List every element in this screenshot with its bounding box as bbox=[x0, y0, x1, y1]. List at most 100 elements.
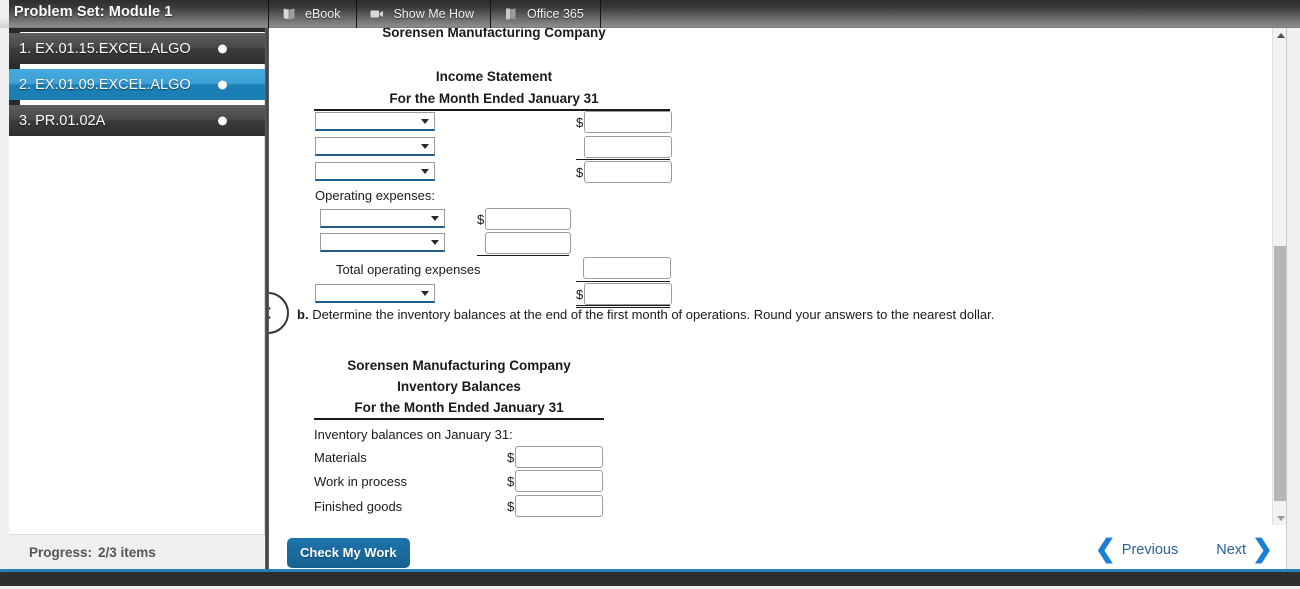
inventory-statement-title: Inventory Balances bbox=[397, 379, 521, 394]
office-door-icon bbox=[503, 6, 519, 22]
scroll-up-arrow-icon[interactable] bbox=[1273, 28, 1287, 43]
next-button[interactable]: Next ❯ bbox=[1216, 537, 1273, 562]
part-b-question: b. Determine the inventory balances at t… bbox=[297, 307, 1017, 322]
tab-strip: eBook Show Me How Office 365 bbox=[268, 0, 601, 28]
tab-ebook-label: eBook bbox=[305, 7, 341, 21]
inventory-row-1-dollar: $ bbox=[507, 449, 515, 465]
content-scrollbar[interactable] bbox=[1272, 28, 1287, 525]
income-final-row bbox=[315, 284, 435, 303]
income-final-row-input[interactable] bbox=[584, 283, 673, 305]
inventory-row-2-input[interactable] bbox=[515, 470, 604, 492]
pagination-controls: ❮ Previous Next ❯ bbox=[1095, 537, 1273, 562]
sidebar-item-3-label: 3. PR.01.02A bbox=[19, 112, 106, 129]
video-camera-icon bbox=[369, 6, 385, 22]
inventory-row-2-label: Work in process bbox=[314, 474, 407, 489]
inventory-row-2-dollar: $ bbox=[507, 473, 515, 489]
income-row-3-amount-group: $ bbox=[576, 161, 673, 183]
total-operating-expenses-rule bbox=[576, 281, 670, 282]
progress-label: Progress: bbox=[29, 544, 93, 560]
inventory-statement-period: For the Month Ended January 31 bbox=[354, 400, 564, 415]
inventory-row-1-label: Materials bbox=[314, 450, 367, 465]
tab-show-me-how[interactable]: Show Me How bbox=[357, 0, 492, 28]
inventory-row-3-dollar: $ bbox=[507, 498, 515, 514]
book-icon bbox=[281, 6, 297, 22]
income-row-2 bbox=[315, 137, 435, 156]
income-final-row-select[interactable] bbox=[315, 284, 435, 303]
expense-row-1-input[interactable] bbox=[485, 208, 572, 230]
previous-label: Previous bbox=[1121, 541, 1179, 558]
tab-show-me-how-label: Show Me How bbox=[393, 7, 475, 21]
inventory-subhead: Inventory balances on January 31: bbox=[314, 427, 513, 442]
progress-value: 2/3 items bbox=[98, 544, 156, 560]
income-row-1 bbox=[315, 112, 435, 131]
income-statement-period: For the Month Ended January 31 bbox=[389, 91, 599, 106]
collapse-sidebar-button[interactable] bbox=[269, 292, 289, 334]
progress-indicator: Progress: 2/3 items bbox=[9, 534, 265, 569]
content-scroll-area: Sorensen Manufacturing Company Income St… bbox=[269, 28, 1287, 525]
expense-row-2-amount-group bbox=[477, 232, 571, 254]
total-operating-expenses-amount-group bbox=[576, 257, 671, 279]
check-my-work-button[interactable]: Check My Work bbox=[287, 538, 410, 568]
total-operating-expenses-label: Total operating expenses bbox=[336, 262, 481, 277]
tab-office-365-label: Office 365 bbox=[527, 7, 584, 21]
expense-row-2-select[interactable] bbox=[320, 233, 445, 252]
income-statement-company: Sorensen Manufacturing Company bbox=[382, 28, 606, 40]
next-label: Next bbox=[1216, 541, 1247, 558]
expense-row-1-select[interactable] bbox=[320, 209, 445, 228]
expense-row-2-input[interactable] bbox=[485, 232, 571, 254]
tab-ebook[interactable]: eBook bbox=[268, 0, 358, 28]
income-row-2-select[interactable] bbox=[315, 137, 435, 156]
income-row-1-amount-group: $ bbox=[576, 111, 673, 133]
inventory-statement-company: Sorensen Manufacturing Company bbox=[347, 358, 571, 373]
total-operating-expenses-input[interactable] bbox=[583, 257, 671, 279]
income-row-3-dollar: $ bbox=[576, 164, 584, 180]
inventory-row-3-amount-group: $ bbox=[507, 495, 604, 517]
complete-dot-icon bbox=[218, 116, 227, 125]
part-b-marker: b. bbox=[297, 307, 309, 322]
sidebar-item-2-label: 2. EX.01.09.EXCEL.ALGO bbox=[19, 76, 191, 93]
header-left-cap bbox=[0, 0, 9, 28]
chevron-left-icon: ❮ bbox=[1094, 535, 1116, 563]
income-row-3 bbox=[315, 162, 435, 181]
expense-subtotal-rule bbox=[477, 255, 569, 256]
income-row-1-input[interactable] bbox=[584, 111, 673, 133]
inventory-row-3-label: Finished goods bbox=[314, 499, 403, 514]
income-row-1-select[interactable] bbox=[315, 112, 435, 131]
footer-dark-bar bbox=[0, 572, 1300, 586]
inventory-row-1-amount-group: $ bbox=[507, 446, 604, 468]
inventory-statement-top-rule bbox=[314, 418, 604, 420]
income-statement-title: Income Statement bbox=[435, 69, 553, 84]
problem-list: 1. EX.01.15.EXCEL.ALGO 2. EX.01.09.EXCEL… bbox=[9, 28, 265, 141]
inventory-row-3-input[interactable] bbox=[515, 495, 604, 517]
sidebar-item-1[interactable]: 1. EX.01.15.EXCEL.ALGO bbox=[9, 28, 265, 64]
scroll-down-arrow-icon[interactable] bbox=[1273, 510, 1287, 525]
inventory-row-1-input[interactable] bbox=[515, 446, 604, 468]
main-content-panel: Sorensen Manufacturing Company Income St… bbox=[269, 28, 1287, 525]
income-subtotal-rule bbox=[576, 159, 670, 160]
expense-row-1 bbox=[320, 209, 445, 228]
previous-button[interactable]: ❮ Previous bbox=[1095, 537, 1178, 562]
income-row-2-input[interactable] bbox=[584, 136, 672, 158]
expense-row-1-amount-group: $ bbox=[477, 208, 572, 230]
chevron-left-icon bbox=[269, 307, 271, 319]
part-b-text: Determine the inventory balances at the … bbox=[312, 307, 995, 322]
right-gutter bbox=[1287, 28, 1300, 569]
sidebar: 1. EX.01.15.EXCEL.ALGO 2. EX.01.09.EXCEL… bbox=[9, 28, 265, 569]
page-title: Problem Set: Module 1 bbox=[14, 4, 173, 20]
sidebar-item-2[interactable]: 2. EX.01.09.EXCEL.ALGO bbox=[9, 64, 265, 100]
income-final-row-amount-group: $ bbox=[576, 283, 673, 305]
income-row-3-select[interactable] bbox=[315, 162, 435, 181]
expense-row-1-dollar: $ bbox=[477, 211, 485, 227]
complete-dot-icon bbox=[218, 44, 227, 53]
complete-dot-icon bbox=[218, 80, 227, 89]
income-row-3-input[interactable] bbox=[584, 161, 673, 183]
top-header-bar: Problem Set: Module 1 eBook Show Me How … bbox=[0, 0, 1300, 28]
operating-expenses-label: Operating expenses: bbox=[315, 188, 435, 203]
income-final-row-dollar: $ bbox=[576, 286, 584, 302]
income-row-2-amount-group bbox=[576, 136, 672, 158]
tab-office-365[interactable]: Office 365 bbox=[491, 0, 601, 28]
app-root: Problem Set: Module 1 eBook Show Me How … bbox=[0, 0, 1300, 589]
inventory-row-2-amount-group: $ bbox=[507, 470, 604, 492]
chevron-right-icon: ❯ bbox=[1252, 535, 1273, 563]
sidebar-item-3[interactable]: 3. PR.01.02A bbox=[9, 100, 265, 136]
